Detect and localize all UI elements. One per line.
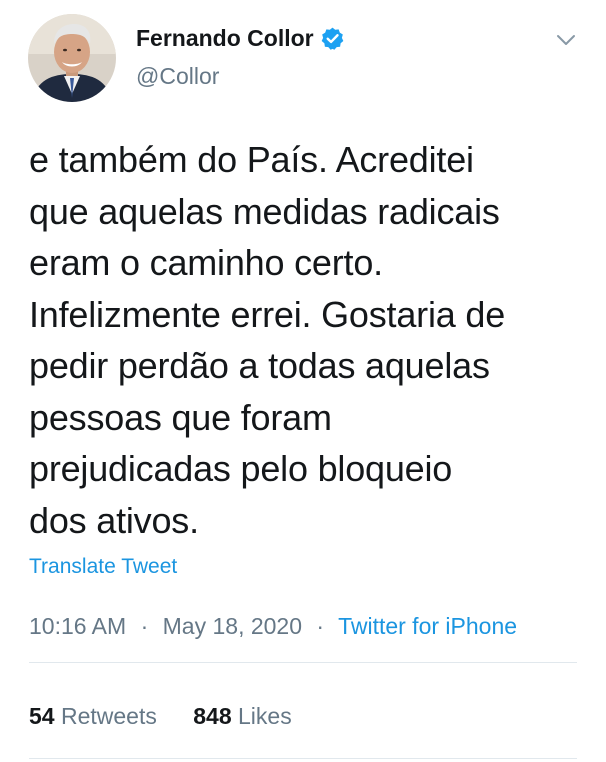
author-name[interactable]: Fernando Collor bbox=[136, 25, 345, 52]
likes-count: 848 bbox=[193, 703, 232, 729]
tweet-time[interactable]: 10:16 AM bbox=[29, 613, 126, 639]
tweet-card: Fernando Collor @Collor e também do País… bbox=[0, 0, 606, 762]
retweets-count: 54 bbox=[29, 703, 55, 729]
author-handle[interactable]: @Collor bbox=[136, 63, 219, 90]
divider bbox=[29, 662, 577, 663]
tweet-date[interactable]: May 18, 2020 bbox=[163, 613, 302, 639]
tweet-meta: 10:16 AM · May 18, 2020 · Twitter for iP… bbox=[29, 613, 517, 640]
retweets-label: Retweets bbox=[60, 703, 157, 729]
meta-separator: · bbox=[140, 613, 149, 639]
tweet-stats: 54 Retweets 848 Likes bbox=[29, 703, 292, 730]
translate-tweet-link[interactable]: Translate Tweet bbox=[29, 555, 177, 579]
verified-badge-icon bbox=[320, 26, 345, 51]
meta-separator: · bbox=[316, 613, 325, 639]
tweet-text: e também do País. Acreditei que aquelas … bbox=[29, 139, 506, 541]
likes-stat[interactable]: 848 Likes bbox=[193, 703, 291, 729]
author-name-text: Fernando Collor bbox=[136, 25, 314, 51]
avatar[interactable] bbox=[28, 14, 116, 102]
avatar-photo-icon bbox=[28, 14, 116, 102]
chevron-down-icon[interactable] bbox=[554, 28, 578, 52]
divider bbox=[29, 758, 577, 759]
tweet-source-link[interactable]: Twitter for iPhone bbox=[338, 613, 517, 639]
retweets-stat[interactable]: 54 Retweets bbox=[29, 703, 163, 729]
likes-label: Likes bbox=[238, 703, 292, 729]
